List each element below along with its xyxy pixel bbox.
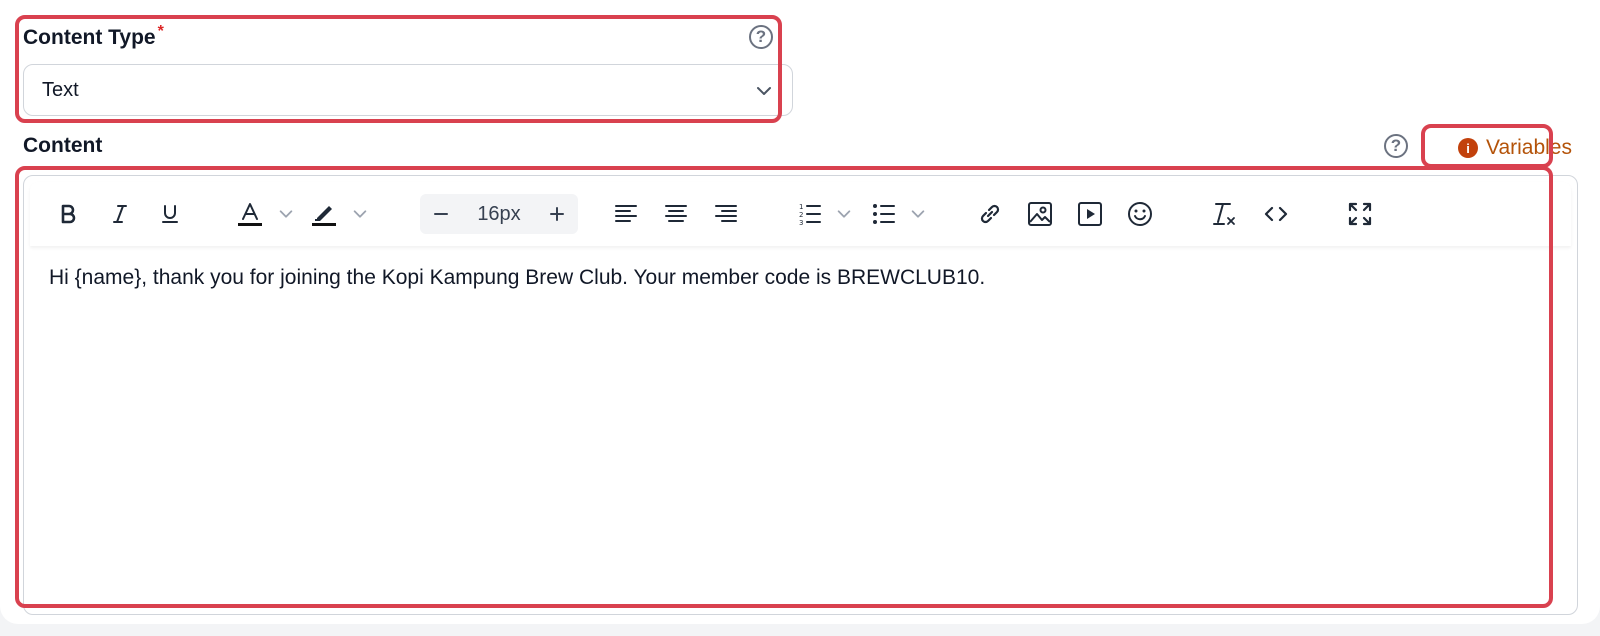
editor-highlight [15,166,1553,608]
content-help-icon[interactable]: ? [1384,134,1408,158]
content-label: Content [23,134,103,157]
variables-highlight [1421,124,1553,168]
form-panel: Content Type * ? Text Content ? i Variabl… [0,0,1600,624]
content-type-highlight [15,15,782,123]
